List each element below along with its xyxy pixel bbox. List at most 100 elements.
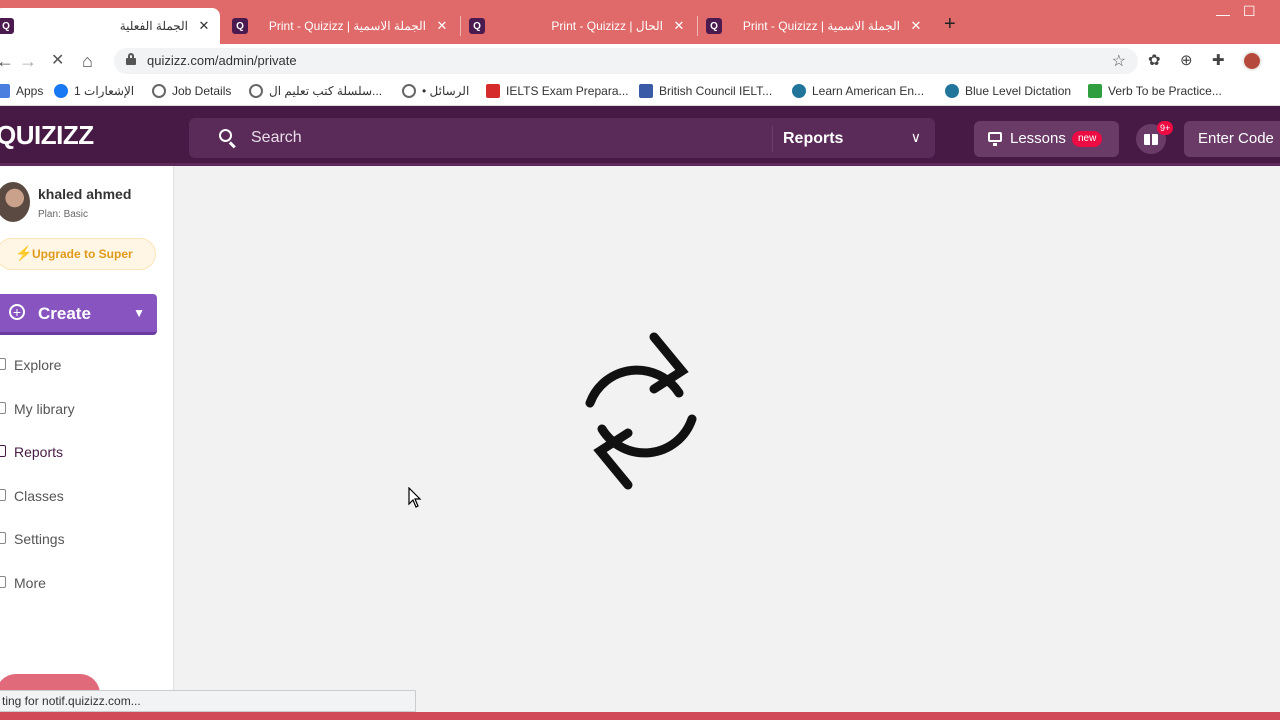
ors-icon (639, 84, 653, 98)
plus-circle-icon: + (9, 304, 25, 320)
maximize-window-icon[interactable]: ☐ (1243, 3, 1256, 20)
bookmarks-bar: Apps 1 الإشعارات Job Details سلسلة كتب ت… (0, 78, 1280, 106)
back-arrow-icon[interactable]: ← (0, 51, 14, 71)
bookmark-label: سلسلة كتب تعليم ال... (269, 84, 383, 98)
tab-close-icon[interactable]: ✕ (908, 18, 924, 34)
sidebar-item-settings[interactable]: Settings (0, 524, 172, 554)
bookmark-apps[interactable]: Apps (0, 84, 43, 98)
search-scope-dropdown[interactable]: Reports ∨ (772, 126, 935, 152)
create-button[interactable]: + Create ▼ (0, 294, 157, 335)
browser-tab-1[interactable]: Q Print - Quizizz | الجملة الاسمية ✕ (228, 8, 456, 44)
profile-avatar-icon[interactable] (1242, 51, 1262, 71)
create-label: Create (38, 304, 91, 323)
sidebar-item-my-library[interactable]: My library (0, 394, 172, 424)
stop-loading-icon[interactable]: ✕ (51, 51, 64, 71)
sidebar-item-more[interactable]: More (0, 568, 172, 598)
bookmark-british-council[interactable]: British Council IELT... (639, 84, 772, 98)
facebook-icon (54, 84, 68, 98)
sidebar-item-label: Reports (14, 444, 64, 460)
bookmark-label: 1 الإشعارات (74, 84, 135, 98)
upgrade-label: Upgrade to Super (32, 247, 133, 261)
bookmark-messages[interactable]: • الرسائل (402, 84, 469, 98)
new-badge: new (1072, 131, 1103, 147)
more-icon (0, 576, 6, 588)
bookmark-label: Apps (16, 84, 44, 98)
sidebar: khaled ahmed Plan: Basic ⚡ Upgrade to Su… (0, 166, 174, 714)
bookmark-label: Job Details (172, 84, 232, 98)
main-content (175, 166, 1280, 712)
tab-close-icon[interactable]: ✕ (434, 18, 450, 34)
sidebar-item-explore[interactable]: Explore (0, 350, 172, 380)
ielts-icon (486, 84, 500, 98)
browser-tab-3[interactable]: Q Print - Quizizz | الجملة الاسمية ✕ (702, 8, 930, 44)
sidebar-item-label: Explore (14, 357, 62, 373)
sidebar-item-label: My library (14, 401, 75, 417)
search-bar[interactable]: Search Reports ∨ (189, 118, 935, 158)
tab-separator (460, 16, 461, 36)
minimize-window-icon[interactable]: — (1216, 6, 1230, 22)
home-icon[interactable]: ⌂ (82, 51, 93, 71)
quizizz-favicon-icon: Q (0, 18, 14, 34)
bookmark-label: • الرسائل (422, 84, 470, 98)
enter-code-button[interactable]: Enter Code (1184, 121, 1280, 157)
bookmark-blue-level[interactable]: Blue Level Dictation (945, 84, 1071, 98)
user-name: khaled ahmed (38, 186, 132, 202)
tab-close-icon[interactable]: ✕ (196, 18, 212, 34)
gift-icon (1144, 134, 1158, 145)
quizizz-favicon-icon: Q (469, 18, 485, 34)
search-input[interactable]: Search (251, 129, 302, 147)
apps-grid-icon (0, 84, 10, 98)
wordpress-icon (945, 84, 959, 98)
quizizz-logo[interactable]: QUIZIZZ (0, 120, 94, 151)
bookmark-job-details[interactable]: Job Details (152, 84, 231, 98)
tab-title: Print - Quizizz | الجملة الاسمية (742, 19, 900, 33)
caret-down-icon[interactable]: ▼ (133, 306, 145, 320)
quizizz-favicon-icon: Q (706, 18, 722, 34)
bookmark-verb-to-be[interactable]: Verb To be Practice... (1088, 84, 1222, 98)
globe-icon (402, 84, 416, 98)
quizizz-favicon-icon: Q (232, 18, 248, 34)
gift-notification-badge: 9+ (1157, 121, 1174, 135)
bookmark-label: Learn American En... (812, 84, 925, 98)
browser-tab-strip: Q الجملة الفعلية ✕ Q Print - Quizizz | ا… (0, 0, 1280, 44)
sidebar-item-classes[interactable]: Classes (0, 481, 172, 511)
sidebar-item-label: Classes (14, 488, 64, 504)
user-plan: Plan: Basic (38, 209, 89, 220)
address-bar[interactable]: quizizz.com/admin/private ☆ (114, 48, 1138, 74)
browser-tab-2[interactable]: Q Print - Quizizz | الحال ✕ (465, 8, 693, 44)
lightning-bolt-icon: ⚡ (15, 245, 33, 261)
forward-arrow-icon[interactable]: → (19, 51, 37, 71)
bookmark-learn-american[interactable]: Learn American En... (792, 84, 924, 98)
bookmark-star-icon[interactable]: ☆ (1112, 51, 1126, 71)
bookmark-label: Blue Level Dictation (965, 84, 1072, 98)
isl-icon (1088, 84, 1102, 98)
refresh-icon (585, 332, 697, 490)
sidebar-item-reports[interactable]: Reports (0, 437, 172, 467)
lock-icon (126, 53, 136, 65)
tab-close-icon[interactable]: ✕ (671, 18, 687, 34)
app-header: QUIZIZZ Search Reports ∨ Lessons new Ent… (0, 106, 1280, 166)
browser-tab-0[interactable]: Q الجملة الفعلية ✕ (0, 8, 220, 44)
translate-extension-icon[interactable]: ⊕ (1180, 53, 1193, 69)
extensions-puzzle-icon[interactable]: ✚ (1212, 53, 1225, 69)
library-icon (0, 402, 6, 414)
compass-icon (0, 358, 6, 370)
sidebar-item-label: More (14, 575, 46, 591)
wordpress-icon (792, 84, 806, 98)
extension-icon[interactable]: ✿ (1148, 53, 1161, 69)
tab-title: الجملة الفعلية (119, 19, 188, 33)
bookmark-book-series[interactable]: سلسلة كتب تعليم ال... (249, 84, 382, 98)
sidebar-item-label: Settings (14, 531, 65, 547)
bookmark-ielts[interactable]: IELTS Exam Prepara... (486, 84, 629, 98)
bookmark-notifications[interactable]: 1 الإشعارات (54, 84, 134, 98)
lessons-button[interactable]: Lessons new (974, 121, 1119, 157)
upgrade-button[interactable]: ⚡ Upgrade to Super (0, 238, 156, 270)
new-tab-plus-icon[interactable]: + (944, 14, 956, 34)
user-avatar[interactable] (0, 182, 30, 222)
gear-icon (0, 532, 6, 544)
bookmark-label: IELTS Exam Prepara... (506, 84, 629, 98)
chevron-down-icon: ∨ (910, 129, 921, 145)
tab-separator (697, 16, 698, 36)
globe-icon (249, 84, 263, 98)
globe-icon (152, 84, 166, 98)
